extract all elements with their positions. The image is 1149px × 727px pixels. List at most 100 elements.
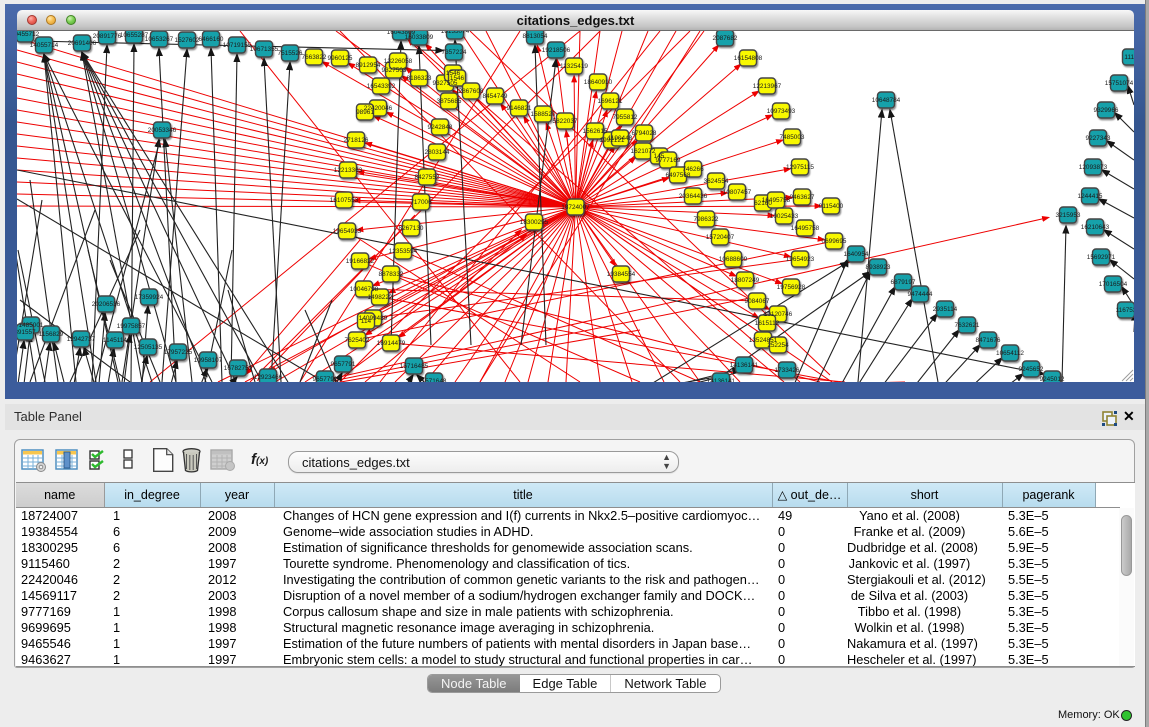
- svg-text:9329966: 9329966: [1094, 107, 1119, 114]
- svg-text:9245652: 9245652: [1019, 366, 1044, 373]
- svg-text:114: 114: [361, 318, 372, 325]
- svg-text:19218506: 19218506: [542, 47, 571, 54]
- svg-text:1621072: 1621072: [631, 148, 656, 155]
- svg-text:18300295: 18300295: [520, 219, 549, 226]
- svg-text:15751074: 15751074: [1105, 80, 1134, 87]
- svg-text:746266: 746266: [682, 166, 704, 173]
- svg-text:9146821: 9146821: [507, 105, 532, 112]
- svg-text:11325419: 11325419: [560, 63, 588, 70]
- svg-text:717006: 717006: [410, 199, 432, 206]
- svg-text:2935114: 2935114: [933, 306, 958, 313]
- svg-text:19384554: 19384554: [607, 271, 636, 278]
- svg-text:9245012: 9245012: [1040, 376, 1065, 382]
- svg-text:3875685: 3875685: [437, 98, 462, 105]
- svg-text:6497568: 6497568: [666, 172, 691, 179]
- svg-text:9777169: 9777169: [656, 157, 681, 164]
- svg-text:2867608: 2867608: [459, 88, 484, 95]
- svg-text:10973493: 10973493: [767, 108, 796, 115]
- svg-text:9327503: 9327503: [382, 67, 407, 74]
- svg-text:10046798: 10046798: [350, 286, 379, 293]
- svg-text:9463627: 9463627: [790, 194, 815, 201]
- svg-text:12353594: 12353594: [389, 248, 418, 255]
- svg-text:10025433: 10025433: [770, 213, 799, 220]
- svg-text:1696121: 1696121: [598, 98, 623, 105]
- svg-text:8427552: 8427552: [415, 174, 440, 181]
- svg-text:12942737: 12942737: [67, 336, 96, 343]
- svg-text:20891776: 20891776: [93, 33, 122, 40]
- svg-text:3624554: 3624554: [704, 178, 729, 185]
- svg-text:19654933: 19654933: [333, 228, 362, 235]
- svg-text:0699695: 0699695: [822, 238, 847, 245]
- svg-text:5822037: 5822037: [553, 118, 578, 125]
- svg-text:17957225: 17957225: [164, 349, 193, 356]
- svg-text:18640910: 18640910: [584, 79, 613, 86]
- svg-text:10719155: 10719155: [223, 42, 252, 49]
- svg-text:1571648: 1571648: [422, 378, 447, 382]
- svg-text:12975115: 12975115: [786, 164, 814, 171]
- svg-text:10120746: 10120746: [764, 311, 793, 318]
- svg-text:14055714: 14055714: [30, 42, 59, 49]
- svg-text:8938923: 8938923: [866, 264, 891, 271]
- svg-text:16033809: 16033809: [405, 34, 434, 41]
- svg-text:8471676: 8471676: [976, 337, 1001, 344]
- svg-text:1145114: 1145114: [103, 337, 127, 344]
- svg-text:6794028: 6794028: [632, 130, 657, 137]
- svg-text:12213363: 12213363: [334, 167, 363, 174]
- svg-text:20053346: 20053346: [148, 127, 177, 134]
- svg-text:8813054: 8813054: [523, 33, 548, 40]
- svg-text:14136141: 14136141: [730, 362, 759, 369]
- svg-text:9960125: 9960125: [328, 55, 353, 62]
- svg-text:7515526: 7515526: [278, 50, 303, 57]
- svg-text:8267130: 8267130: [399, 225, 424, 232]
- svg-text:10654112: 10654112: [996, 350, 1024, 357]
- svg-text:15692971: 15692971: [1087, 254, 1116, 261]
- svg-text:13226058: 13226058: [384, 58, 413, 65]
- svg-text:16210643: 16210643: [1081, 224, 1110, 231]
- svg-text:1562615: 1562615: [583, 128, 608, 135]
- svg-text:10688609: 10688609: [719, 256, 748, 263]
- svg-text:2087682: 2087682: [713, 35, 738, 42]
- svg-text:10807457: 10807457: [723, 189, 752, 196]
- svg-text:9657791: 9657791: [313, 376, 338, 382]
- svg-text:9474444: 9474444: [908, 291, 933, 298]
- svg-text:3215953: 3215953: [1056, 212, 1081, 219]
- svg-text:16914479: 16914479: [377, 340, 406, 347]
- svg-text:18724007: 18724007: [561, 204, 590, 211]
- svg-text:12213967: 12213967: [753, 83, 782, 90]
- svg-text:16107553: 16107553: [330, 197, 359, 204]
- svg-text:20364436: 20364436: [679, 193, 708, 200]
- svg-text:1588520: 1588520: [531, 111, 556, 118]
- svg-text:20206536: 20206536: [92, 301, 121, 308]
- svg-text:16495758: 16495758: [762, 197, 791, 204]
- svg-text:10653267: 10653267: [145, 36, 174, 43]
- svg-text:1640954: 1640954: [844, 251, 869, 258]
- svg-text:19756928: 19756928: [777, 284, 806, 291]
- svg-text:8912954: 8912954: [356, 62, 381, 69]
- svg-text:2803144: 2803144: [425, 149, 450, 156]
- svg-text:1112: 1112: [1124, 54, 1134, 61]
- svg-text:9227343: 9227343: [1086, 135, 1111, 142]
- svg-text:7485003: 7485003: [780, 134, 805, 141]
- svg-text:14136141: 14136141: [707, 378, 736, 382]
- svg-text:9084067: 9084067: [745, 298, 770, 305]
- svg-text:6466160: 6466160: [199, 36, 224, 43]
- svg-text:1244415: 1244415: [1078, 193, 1103, 200]
- svg-text:7357224: 7357224: [442, 49, 467, 56]
- svg-text:6879197: 6879197: [891, 279, 916, 286]
- svg-text:7663822: 7663822: [302, 54, 327, 61]
- svg-text:8454749: 8454749: [483, 93, 508, 100]
- svg-text:15716485: 15716485: [400, 363, 429, 370]
- svg-text:10958107: 10958107: [194, 357, 223, 364]
- svg-text:16543392: 16543392: [367, 83, 396, 90]
- svg-text:16154808: 16154808: [734, 55, 763, 62]
- svg-text:8186323: 8186323: [407, 75, 432, 82]
- svg-text:7955812: 7955812: [613, 114, 638, 121]
- svg-text:7625402: 7625402: [345, 337, 370, 344]
- svg-text:9242848: 9242848: [428, 124, 453, 131]
- svg-text:17016504: 17016504: [1099, 281, 1128, 288]
- svg-text:1615112: 1615112: [755, 320, 780, 327]
- svg-text:7632621: 7632621: [955, 322, 980, 329]
- svg-text:252254: 252254: [767, 342, 789, 349]
- svg-text:17359924: 17359924: [135, 294, 164, 301]
- svg-text:391557: 391557: [17, 329, 36, 336]
